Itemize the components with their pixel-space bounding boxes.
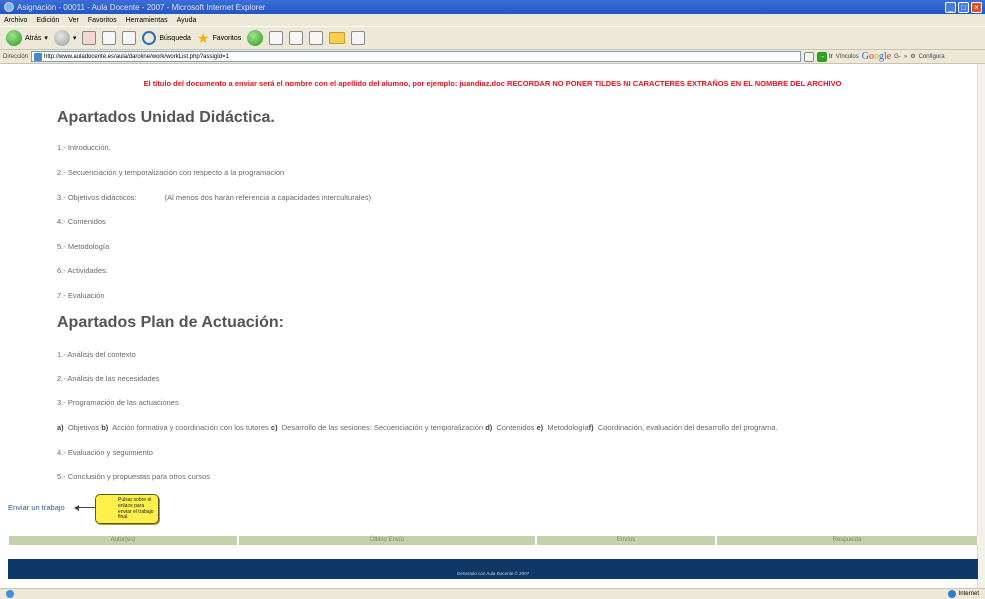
window-titlebar: Asignación - 00011 - Aula Docente - 2007… <box>0 0 985 14</box>
status-bar: Internet <box>0 588 985 599</box>
unidad-item-3-label: 3.- Objetivos didácticos: <box>57 193 137 202</box>
plan-item-1: 1.- Análisis del contexto <box>57 350 136 359</box>
address-url: http://www.auladocente.es/aula/daroline/… <box>44 53 229 60</box>
subitem-f-key: f) <box>588 423 594 432</box>
page-status-icon <box>6 590 14 598</box>
back-arrow-icon <box>6 30 22 46</box>
favorites-label: Favoritos <box>212 34 242 42</box>
address-bar: Dirección http://www.auladocente.es/aula… <box>0 50 985 64</box>
messenger-icon[interactable] <box>351 31 366 45</box>
gear-icon: ⚙ <box>910 54 916 60</box>
favorites-button[interactable]: ★ Favoritos <box>197 31 241 45</box>
subitem-f-text: Coordinación, evaluación del desarrollo … <box>597 423 778 432</box>
submissions-table-header: Autor(es) Último Envío Envíos Respuesta <box>8 535 978 546</box>
search-label: Búsqueda <box>159 34 191 42</box>
subitem-b-key: b) <box>101 423 109 432</box>
menu-ayuda[interactable]: Ayuda <box>177 17 197 24</box>
menu-archivo[interactable]: Archivo <box>4 17 27 24</box>
unidad-item-6: 6.- Actividades. <box>57 266 108 275</box>
minimize-button[interactable]: _ <box>945 1 956 13</box>
go-arrow-icon: → <box>817 51 828 62</box>
subitem-a-key: a) <box>57 423 64 432</box>
menu-favoritos[interactable]: Favoritos <box>88 17 117 24</box>
page-icon <box>34 52 43 61</box>
unidad-title: Apartados Unidad Didáctica. <box>57 109 275 126</box>
subitem-b-text: Acción formativa y coordinación con los … <box>112 423 269 432</box>
google-toolbar: Vínculos Google G- » ⚙ Configura <box>836 51 945 62</box>
refresh-icon[interactable] <box>102 31 117 45</box>
unidad-item-7: 7.- Evaluación <box>57 291 105 300</box>
enviar-trabajo-link[interactable]: Enviar un trabajo <box>8 503 65 512</box>
folder-icon[interactable] <box>329 32 346 44</box>
column-ultimo-envio[interactable]: Último Envío <box>238 535 536 546</box>
plan-title: Apartados Plan de Actuación: <box>57 314 284 331</box>
window-title: Asignación - 00011 - Aula Docente - 2007… <box>17 2 266 12</box>
vertical-scrollbar[interactable] <box>977 64 985 588</box>
address-label: Dirección <box>3 53 29 60</box>
menu-ver[interactable]: Ver <box>68 17 79 24</box>
plan-item-4: 4.- Evaluación y seguimiento <box>57 448 153 457</box>
go-button[interactable]: → Ir <box>817 51 833 62</box>
chevron-down-icon: ▾ <box>72 35 77 42</box>
toolbar-overflow-icon[interactable]: » <box>904 54 907 60</box>
address-dropdown-icon[interactable] <box>804 51 815 62</box>
mail-icon[interactable] <box>269 31 284 45</box>
links-label[interactable]: Vínculos <box>836 54 859 60</box>
plan-subitems: a) Objetivos b) Acción formativa y coord… <box>57 423 778 432</box>
menu-herramientas[interactable]: Herramientas <box>126 17 168 24</box>
plan-item-2: 2.- Análisis de las necesidades <box>57 374 160 383</box>
column-envios[interactable]: Envíos <box>536 535 716 546</box>
google-logo: Google <box>861 51 892 62</box>
subitem-e-text: Metodología <box>547 423 589 432</box>
google-suffix[interactable]: G- <box>894 54 901 60</box>
column-respuesta[interactable]: Respuesta <box>716 535 978 546</box>
unidad-item-2: 2.- Secuenciación y temporalización con … <box>57 168 285 177</box>
forward-arrow-icon <box>53 30 70 46</box>
unidad-item-4: 4.- Contenidos <box>57 217 106 226</box>
plan-item-5: 5.- Conclusión y propuestas para otros c… <box>57 472 210 481</box>
page-footer: Generado con Aula Docente © 2007 <box>8 559 978 579</box>
menu-bar: Archivo Edición Ver Favoritos Herramient… <box>0 14 985 26</box>
subitem-d-text: Contenidos <box>496 423 535 432</box>
home-icon[interactable] <box>122 31 137 45</box>
search-button[interactable]: Búsqueda <box>142 31 191 45</box>
star-icon: ★ <box>196 30 210 46</box>
help-tooltip: Pulsar sobre el enlace para enviar el tr… <box>95 494 159 524</box>
address-input[interactable]: http://www.auladocente.es/aula/daroline/… <box>31 51 802 62</box>
go-label: Ir <box>829 53 833 60</box>
subitem-c-key: c) <box>270 423 278 432</box>
print-icon[interactable] <box>289 31 304 45</box>
unidad-item-5: 5.- Metodología <box>57 242 110 251</box>
history-icon[interactable] <box>247 30 264 46</box>
edit-icon[interactable] <box>309 31 324 45</box>
callout-line <box>77 507 96 508</box>
subitem-e-key: e) <box>536 423 544 432</box>
config-label[interactable]: Configura <box>919 54 945 60</box>
subitem-a-text: Objetivos <box>67 423 100 432</box>
internet-zone-icon <box>947 590 956 598</box>
unidad-item-3-note: (Al menos dos harán referencia a capacid… <box>164 193 371 202</box>
unidad-item-3: 3.- Objetivos didácticos: (Al menos dos h… <box>57 193 371 202</box>
subitem-d-key: d) <box>485 423 493 432</box>
back-button[interactable]: Atrás ▾ <box>6 30 48 46</box>
maximize-button[interactable]: □ <box>958 1 969 13</box>
toolbar: Atrás ▾ ▾ Búsqueda ★ Favoritos <box>0 26 985 50</box>
ie-icon <box>4 2 14 12</box>
chevron-down-icon: ▾ <box>44 35 48 42</box>
column-autores[interactable]: Autor(es) <box>8 535 238 546</box>
callout-arrow-icon <box>74 505 79 511</box>
unidad-item-1: 1.- Introducción. <box>57 143 111 152</box>
search-icon <box>142 31 157 45</box>
menu-edicion[interactable]: Edición <box>36 17 59 24</box>
plan-item-3: 3.- Programación de las actuaciones <box>57 398 179 407</box>
stop-icon[interactable] <box>82 31 97 45</box>
upload-notice: El título del documento a enviar será el… <box>143 79 842 88</box>
close-button[interactable]: × <box>971 1 982 13</box>
subitem-c-text: Desarrollo de las sesiones: Secuenciació… <box>281 423 484 432</box>
forward-button[interactable]: ▾ <box>53 30 77 46</box>
zone-label: Internet <box>958 591 979 597</box>
back-label: Atrás <box>25 34 42 42</box>
